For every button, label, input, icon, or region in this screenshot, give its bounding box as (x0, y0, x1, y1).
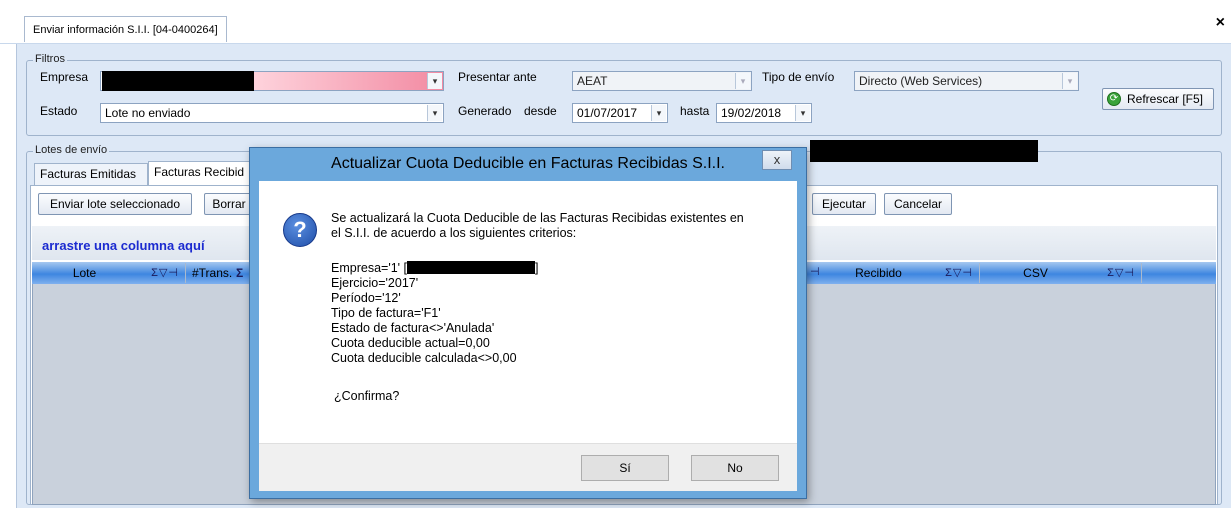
redacted-block (102, 71, 254, 91)
tipo-envio-label: Tipo de envío (762, 70, 835, 84)
presentar-label: Presentar ante (458, 70, 537, 84)
column-csv[interactable]: CSV Σ▽⊣ (982, 263, 1142, 283)
column-label: Recibido (855, 266, 902, 280)
criteria-periodo: Período='12' (331, 291, 401, 305)
sum-icon[interactable]: Σ (236, 263, 243, 283)
criteria-empresa: Empresa='1' [] (331, 261, 538, 275)
cancel-button[interactable]: Cancelar (884, 193, 952, 215)
chevron-down-icon[interactable]: ▾ (427, 73, 442, 89)
column-label: Lote (72, 266, 97, 280)
delete-button[interactable]: Borrar (204, 193, 254, 215)
criteria-empresa-prefix: Empresa='1' [ (331, 261, 407, 275)
criteria-tipo: Tipo de factura='F1' (331, 306, 441, 320)
column-lote[interactable]: Lote Σ▽⊣ (36, 263, 186, 283)
execute-button[interactable]: Ejecutar (812, 193, 876, 215)
no-button[interactable]: No (691, 455, 779, 481)
estado-value: Lote no enviado (105, 106, 191, 120)
refresh-label: Refrescar [F5] (1126, 92, 1204, 106)
tab-facturas-emitidas[interactable]: Facturas Emitidas (34, 163, 148, 185)
drag-hint: arrastre una columna aquí (42, 238, 205, 253)
dialog-title: Actualizar Cuota Deducible en Facturas R… (331, 155, 725, 172)
dialog-message-line2: el S.I.I. de acuerdo a los siguientes cr… (331, 226, 577, 240)
send-batch-button[interactable]: Enviar lote seleccionado (38, 193, 192, 215)
chevron-down-icon[interactable]: ▾ (651, 105, 666, 121)
chevron-down-icon[interactable]: ▾ (795, 105, 810, 121)
refresh-button[interactable]: ⟳ Refrescar [F5] (1102, 88, 1214, 110)
presentar-value: AEAT (577, 74, 608, 88)
sum-filter-pin-icon[interactable]: Σ▽⊣ (151, 263, 179, 283)
chevron-down-icon[interactable]: ▾ (1062, 73, 1077, 89)
estado-label: Estado (40, 104, 78, 118)
hasta-value: 19/02/2018 (721, 106, 782, 120)
sum-filter-pin-icon[interactable]: Σ▽⊣ (1107, 263, 1135, 283)
tab-facturas-recibidas[interactable]: Facturas Recibid (148, 161, 252, 185)
dialog-body: ? Se actualizará la Cuota Deducible de l… (259, 181, 797, 491)
chevron-down-icon[interactable]: ▾ (735, 73, 750, 89)
column-recibido[interactable]: Recibido Σ▽⊣ (830, 263, 980, 283)
dialog-close-button[interactable]: x (762, 150, 792, 170)
confirm-dialog: Actualizar Cuota Deducible en Facturas R… (249, 147, 807, 499)
close-window-icon[interactable]: × (1216, 14, 1225, 32)
document-tab[interactable]: Enviar información S.I.I. [04-0400264] (24, 16, 227, 42)
desde-label: desde (524, 104, 557, 118)
desde-value: 01/07/2017 (577, 106, 638, 120)
criteria-cuota-actual: Cuota deducible actual=0,00 (331, 336, 490, 350)
presentar-select[interactable]: AEAT ▾ (572, 71, 752, 91)
redacted-block (407, 261, 535, 274)
column-trans[interactable]: #Trans. Σ (188, 263, 250, 283)
app-window: Enviar información S.I.I. [04-0400264] ×… (0, 0, 1231, 508)
chevron-down-icon[interactable]: ▾ (427, 105, 442, 121)
hasta-date[interactable]: 19/02/2018 ▾ (716, 103, 812, 123)
batches-legend: Lotes de envío (33, 144, 110, 156)
generado-label: Generado (458, 104, 512, 118)
tipo-envio-value: Directo (Web Services) (859, 74, 983, 88)
column-label: CSV (1023, 266, 1048, 280)
criteria-estado: Estado de factura<>'Anulada' (331, 321, 495, 335)
question-icon: ? (283, 213, 317, 247)
criteria-empresa-suffix: ] (535, 261, 539, 275)
hasta-label: hasta (680, 104, 710, 118)
refresh-icon: ⟳ (1107, 92, 1121, 106)
empresa-label: Empresa (40, 70, 89, 84)
yes-button[interactable]: Sí (581, 455, 669, 481)
sum-filter-pin-icon[interactable]: Σ▽⊣ (945, 263, 973, 283)
filters-legend: Filtros (33, 53, 67, 65)
dialog-message-line1: Se actualizará la Cuota Deducible de las… (331, 211, 744, 225)
confirm-question: ¿Confirma? (334, 389, 400, 403)
pin-icon[interactable]: ⊣ (810, 265, 820, 278)
tipo-envio-select[interactable]: Directo (Web Services) ▾ (854, 71, 1079, 91)
top-strip (0, 0, 1231, 8)
column-label: #Trans. (192, 266, 233, 280)
criteria-ejercicio: Ejercicio='2017' (331, 276, 419, 290)
estado-select[interactable]: Lote no enviado ▾ (100, 103, 444, 123)
criteria-cuota-calculada: Cuota deducible calculada<>0,00 (331, 351, 517, 365)
redacted-block (810, 140, 1038, 162)
desde-date[interactable]: 01/07/2017 ▾ (572, 103, 668, 123)
dialog-footer: Sí No (259, 443, 797, 491)
